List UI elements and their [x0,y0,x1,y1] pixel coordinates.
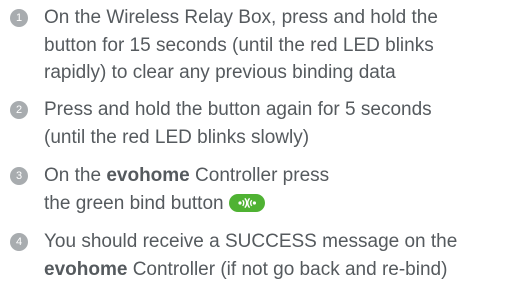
step-text-line: button for 15 seconds (until the red LED… [44,32,508,60]
step-text-line: evohome Controller (if not go back and r… [44,256,508,283]
step-text: You should receive a SUCCESS message on … [44,228,508,283]
step-number-badge: 2 [10,101,28,119]
step-text-fragment: Controller (if not go back and re-bind) [127,259,447,280]
step-text: On the evohome Controller press the gree… [44,162,508,217]
step-number-badge: 1 [10,9,28,27]
step-number-badge: 3 [10,167,28,185]
step-number-badge: 4 [10,233,28,251]
step-text-fragment: Controller press [190,165,329,186]
step-text-fragment: On the [44,165,106,186]
step-text-line: the green bind button [44,190,508,218]
brand-name: evohome [44,259,127,280]
step-text-line: Press and hold the button again for 5 se… [44,96,508,124]
bind-button-icon [229,194,265,212]
step-text: Press and hold the button again for 5 se… [44,96,508,151]
step-text-line: On the Wireless Relay Box, press and hol… [44,4,508,32]
step-text-line: (until the red LED blinks slowly) [44,124,508,152]
instruction-steps: 1 On the Wireless Relay Box, press and h… [0,0,512,282]
brand-name: evohome [106,165,189,186]
step-text-line: On the evohome Controller press [44,162,508,190]
step-text-line: rapidly) to clear any previous binding d… [44,59,508,87]
step-text-line: You should receive a SUCCESS message on … [44,228,508,256]
step-text: On the Wireless Relay Box, press and hol… [44,4,508,87]
step-text-fragment: the green bind button [44,193,229,214]
